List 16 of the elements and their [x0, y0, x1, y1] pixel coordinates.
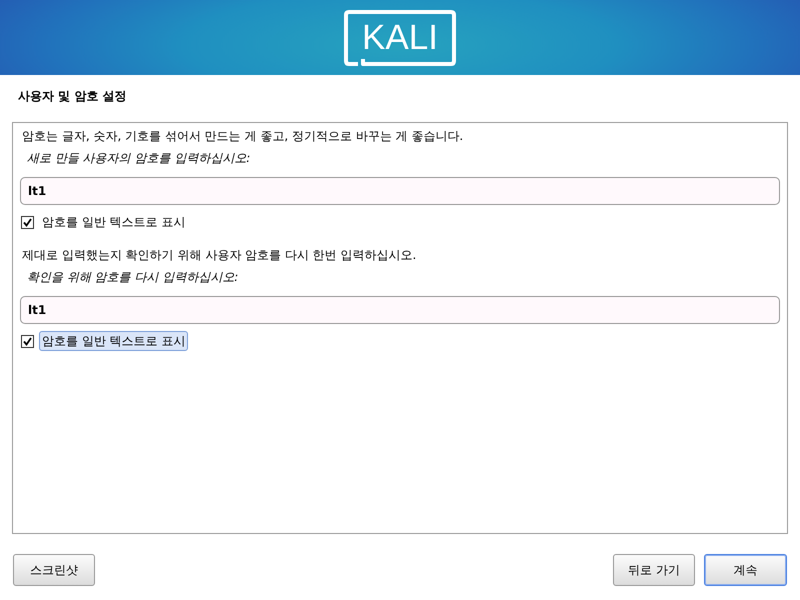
password-field[interactable]: lt1: [20, 177, 780, 205]
button[interactable]: 스크린샷: [13, 554, 95, 586]
description-text: 암호는 글자, 숫자, 기호를 섞어서 만드는 게 좋고, 정기적으로 바꾸는 게 좋습니다.: [21, 128, 464, 145]
field-prompt: 새로 만들 사용자의 암호를 입력하십시오:: [26, 150, 252, 167]
checkbox[interactable]: [21, 334, 34, 348]
button[interactable]: 뒤로 가기: [613, 554, 695, 586]
field-prompt: 확인을 위해 암호를 다시 입력하십시오:: [26, 269, 240, 286]
page-title: 사용자 및 암호 설정: [18, 88, 127, 105]
checkbox-label[interactable]: 암호를 일반 텍스트로 표시: [39, 212, 188, 232]
logo-frame-icon: [344, 10, 456, 66]
checkbox-label[interactable]: 암호를 일반 텍스트로 표시: [39, 331, 188, 351]
checkbox[interactable]: [21, 216, 34, 228]
logo-text: KALI: [362, 24, 438, 52]
description-text: 제대로 입력했는지 확인하기 위해 사용자 암호를 다시 한번 입력하십시오.: [21, 247, 418, 264]
password-field[interactable]: lt1: [20, 296, 780, 324]
button[interactable]: 계속: [704, 554, 787, 586]
